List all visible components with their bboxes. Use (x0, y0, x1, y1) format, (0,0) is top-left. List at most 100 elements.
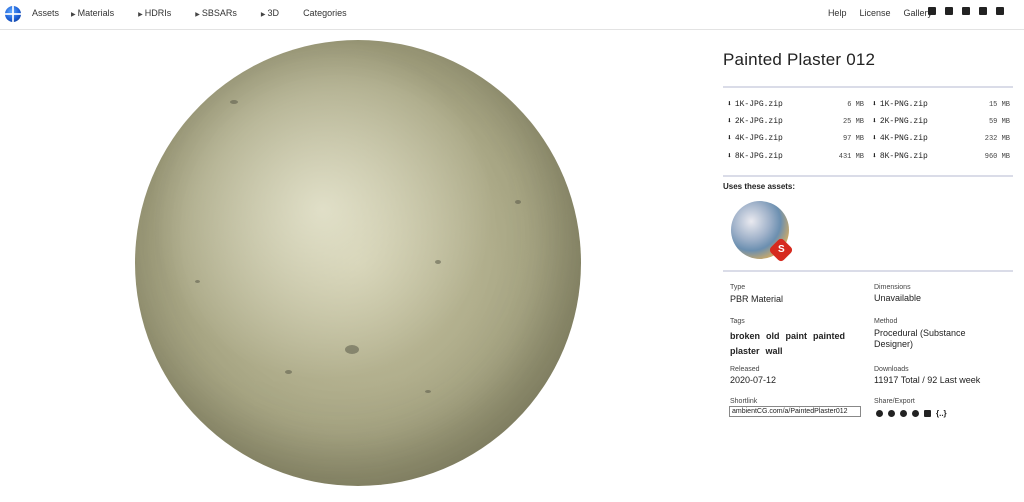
surface-speck (195, 280, 200, 283)
dimensions-value: Unavailable (874, 293, 922, 303)
nav-categories[interactable]: Categories (303, 8, 347, 18)
download-label: 4K-PNG.zip (879, 134, 928, 143)
download-label: 4K-JPG.zip (734, 134, 783, 143)
nav-3d-label: 3D (267, 8, 280, 18)
download-2k-jpg[interactable]: ⬇ 2K-JPG.zip (727, 116, 783, 126)
download-4k-png[interactable]: ⬇ 4K-PNG.zip (872, 133, 928, 143)
download-icon: ⬇ (872, 117, 877, 126)
nav-sbsars[interactable]: ▶ SBSARs (195, 8, 249, 18)
patreon-icon[interactable] (945, 7, 953, 15)
surface-speck (515, 200, 521, 204)
download-label: 2K-JPG.zip (734, 117, 783, 126)
tag-paint[interactable]: paint (786, 330, 808, 343)
downloads-label: Downloads (874, 366, 909, 373)
surface-speck (285, 370, 292, 374)
share-export-label: Share/Export (874, 398, 915, 405)
divider (723, 175, 1013, 177)
download-icon: ⬇ (872, 152, 877, 161)
twitter-icon[interactable] (979, 7, 987, 15)
triangle-right-icon: ▶ (138, 12, 143, 18)
download-icon: ⬇ (727, 117, 732, 126)
download-size: 59 MB (988, 118, 1010, 126)
twitter-icon[interactable] (876, 410, 883, 417)
json-icon[interactable]: {..} (936, 409, 947, 418)
download-size: 25 MB (842, 118, 864, 126)
download-label: 2K-PNG.zip (879, 117, 928, 126)
download-label: 1K-JPG.zip (734, 100, 783, 109)
shortlink-label: Shortlink (730, 398, 758, 405)
download-8k-jpg[interactable]: ⬇ 8K-JPG.zip (727, 151, 783, 161)
download-icon: ⬇ (727, 134, 732, 143)
sketchfab-icon[interactable] (962, 7, 970, 15)
released-label: Released (730, 366, 760, 373)
download-icon: ⬇ (872, 100, 877, 109)
pinterest-icon[interactable] (912, 410, 919, 417)
social-icons (919, 7, 1004, 15)
shortlink-field[interactable]: ambientCG.com/a/PaintedPlaster012 (729, 406, 861, 417)
nav-materials-label: Materials (77, 8, 115, 18)
tags-label: Tags (730, 318, 745, 325)
site-logo-icon[interactable] (5, 6, 21, 22)
file-icon[interactable] (924, 410, 931, 417)
surface-speck (345, 345, 359, 354)
instagram-icon[interactable] (996, 7, 1004, 15)
asset-title: Painted Plaster 012 (723, 50, 876, 69)
tag-list: broken old paint painted plaster wall (730, 328, 855, 358)
uses-assets-heading: Uses these assets: (723, 182, 796, 191)
secondary-nav: Help License Gallery (815, 8, 932, 18)
triangle-right-icon: ▶ (260, 12, 266, 18)
method-label: Method (874, 318, 898, 325)
download-size: 6 MB (847, 101, 864, 109)
download-label: 1K-PNG.zip (879, 100, 928, 109)
type-label: Type (730, 284, 746, 291)
download-icon: ⬇ (727, 100, 732, 109)
tag-painted[interactable]: painted (813, 330, 845, 343)
downloads-value: 11917 Total / 92 Last week (874, 375, 981, 385)
surface-speck (230, 100, 238, 104)
tag-plaster[interactable]: plaster (730, 345, 760, 358)
download-2k-png[interactable]: ⬇ 2K-PNG.zip (872, 116, 928, 126)
released-value: 2020-07-12 (730, 375, 777, 385)
tag-old[interactable]: old (766, 330, 780, 343)
download-size: 15 MB (988, 101, 1010, 109)
nav-3d[interactable]: ▶ 3D (261, 8, 291, 18)
facebook-icon[interactable] (900, 410, 907, 417)
download-icon: ⬇ (727, 152, 732, 161)
download-label: 8K-JPG.zip (734, 152, 783, 161)
download-label: 8K-PNG.zip (879, 152, 928, 161)
nav-materials[interactable]: ▶ Materials (71, 8, 126, 18)
tag-wall[interactable]: wall (766, 345, 783, 358)
reddit-icon[interactable] (888, 410, 895, 417)
download-size: 431 MB (838, 153, 864, 161)
surface-speck (425, 390, 431, 393)
nav-hdris-label: HDRIs (144, 8, 172, 18)
nav-help[interactable]: Help (828, 8, 847, 18)
surface-speck (435, 260, 441, 264)
triangle-right-icon: ▶ (195, 12, 200, 18)
download-icon: ⬇ (872, 134, 877, 143)
type-value: PBR Material (730, 294, 784, 304)
download-8k-png[interactable]: ⬇ 8K-PNG.zip (872, 151, 928, 161)
download-size: 97 MB (842, 135, 864, 143)
download-size: 960 MB (984, 153, 1010, 161)
kofi-icon[interactable] (928, 7, 936, 15)
download-1k-jpg[interactable]: ⬇ 1K-JPG.zip (727, 99, 783, 109)
download-1k-png[interactable]: ⬇ 1K-PNG.zip (872, 99, 928, 109)
nav-hdris[interactable]: ▶ HDRIs (138, 8, 183, 18)
nav-license[interactable]: License (859, 8, 890, 18)
substance-letter: S (778, 244, 785, 256)
nav-assets[interactable]: Assets (32, 8, 59, 18)
material-preview-sphere (135, 40, 581, 486)
nav-sbsars-label: SBSARs (201, 8, 237, 18)
share-icons: {..} (876, 409, 952, 418)
top-navigation-bar: Assets ▶ Materials ▶ HDRIs ▶ SBSARs ▶ 3D Cat… (0, 0, 1024, 30)
download-4k-jpg[interactable]: ⬇ 4K-JPG.zip (727, 133, 783, 143)
tag-broken[interactable]: broken (730, 330, 760, 343)
divider (723, 270, 1013, 272)
main-nav: Assets ▶ Materials ▶ HDRIs ▶ SBSARs ▶ 3D Cat… (32, 8, 359, 18)
divider (723, 86, 1013, 88)
dimensions-label: Dimensions (874, 284, 911, 291)
download-size: 232 MB (984, 135, 1010, 143)
method-value: Procedural (Substance Designer) (874, 328, 966, 349)
triangle-right-icon: ▶ (71, 12, 76, 18)
